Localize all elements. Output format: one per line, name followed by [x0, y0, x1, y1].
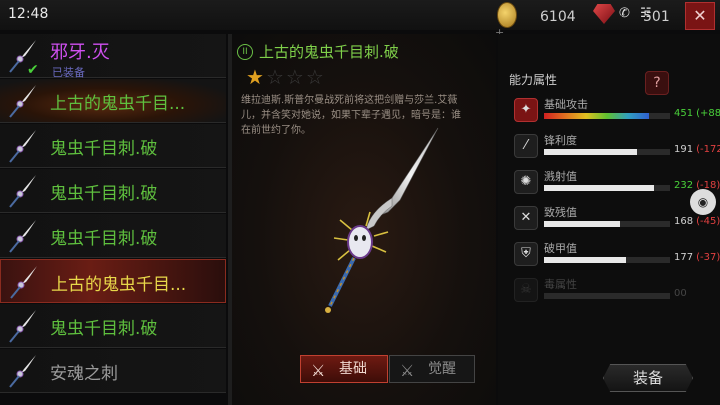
weapon-list-item[interactable]: 上古的鬼虫千目... [0, 259, 226, 303]
attribute-bar [544, 149, 670, 155]
attribute-number: 451 [674, 108, 694, 119]
spear-icon [9, 130, 36, 163]
attribute-name: 破甲值 [544, 242, 577, 255]
star-icon: ☆ [265, 65, 286, 89]
tab-basic-label: 基础 [339, 361, 367, 377]
attribute-bar-fill [544, 149, 637, 155]
attribute-bar [544, 257, 670, 263]
attribute-name: 基础攻击 [544, 98, 588, 111]
weapon-name: 鬼虫千目刺.破 [50, 319, 158, 339]
weapon-list-item[interactable]: 鬼虫千目刺.破 [0, 169, 226, 213]
gem-balance: 501 [643, 9, 670, 25]
coin-icon[interactable] [497, 2, 517, 28]
weapon-illustration [325, 127, 439, 313]
star-icon: ☆ [305, 65, 326, 89]
attribute-delta: (-37) [696, 252, 720, 263]
weapon-list-item[interactable]: 上古的鬼虫千目... [0, 79, 226, 123]
attribute-bar-fill [544, 221, 620, 227]
sword-icon: ✦ [514, 98, 538, 122]
weapon-list-item[interactable]: 鬼虫千目刺.破 [0, 304, 226, 348]
attribute-value: 177 (-37) [674, 252, 720, 263]
attribute-bar [544, 293, 670, 299]
attribute-number: 177 [674, 252, 694, 263]
weapon-name: 鬼虫千目刺.破 [50, 184, 158, 204]
star-icon: ☆ [285, 65, 306, 89]
attribute-name: 致残值 [544, 206, 577, 219]
spear-icon [9, 310, 36, 343]
attribute-value: 451(+88) [674, 108, 720, 119]
equip-button[interactable]: 装备 [603, 364, 693, 392]
attribute-delta: (-172) [696, 144, 720, 155]
weapon-name: 上古的鬼虫千目... [50, 94, 186, 114]
attribute-bar-fill [544, 113, 649, 119]
attribute-number: 232 [674, 180, 694, 191]
weapon-list-item[interactable]: 鬼虫千目刺.破 [0, 214, 226, 258]
camera-icon[interactable]: ◉ [690, 189, 716, 215]
star-rating: ★☆☆☆ [246, 65, 326, 89]
attribute-row: ✕ 致残值 168 (-45) [510, 206, 720, 242]
attribute-bar-fill [544, 257, 626, 263]
equipped-tag: 已装备 [52, 66, 85, 79]
weapon-name: 上古的鬼虫千目... [51, 275, 187, 295]
attribute-delta: (-45) [696, 216, 720, 227]
attributes-title: 能力属性 [509, 73, 558, 87]
sword-icon: ⚔ [311, 361, 326, 380]
star-icon: ★ [246, 65, 266, 89]
spear-icon [9, 85, 36, 118]
weapon-name: 鬼虫千目刺.破 [50, 139, 158, 159]
attribute-row: ✦ 基础攻击 451(+88) [510, 98, 720, 134]
attribute-bar [544, 185, 670, 191]
weapon-title: 上古的鬼虫千目刺.破 [259, 43, 399, 61]
weapon-list: 邪牙.灭 ✔ 已装备 上古的鬼虫千目... 鬼虫千目刺.破 鬼虫千目刺.破 鬼虫千目刺.破上… [0, 34, 226, 405]
help-icon[interactable]: ? [645, 71, 669, 95]
attribute-name: 锋利度 [544, 134, 577, 147]
weapon-list-item[interactable]: 鬼虫千目刺.破 [0, 124, 226, 168]
coin-balance: 6104 [540, 9, 576, 25]
attribute-number: 00 [674, 288, 687, 299]
crossed-swords-icon: ⚔ [400, 361, 415, 380]
spear-icon [9, 220, 36, 253]
attribute-bar-fill [544, 185, 654, 191]
weapon-list-item[interactable]: 安魂之刺 [0, 349, 226, 393]
tab-awaken-label: 觉醒 [428, 361, 456, 377]
attribute-bar [544, 221, 670, 227]
attribute-row: ☠ 毒属性 00 [510, 278, 690, 314]
attribute-name: 毒属性 [544, 278, 577, 291]
attribute-value: 00 [674, 288, 687, 299]
attribute-bar [544, 113, 670, 119]
attribute-number: 191 [674, 144, 694, 155]
slash-icon: ⁄ [514, 134, 538, 158]
cripple-icon: ✕ [514, 206, 538, 230]
rarity-badge-icon: II [237, 44, 253, 60]
weapon-list-item[interactable]: 邪牙.灭 ✔ 已装备 [0, 34, 226, 79]
weapon-name: 邪牙.灭 [50, 42, 110, 63]
attribute-row: ⁄ 锋利度 191(-172) [510, 134, 720, 170]
skull-icon: ☠ [514, 278, 538, 302]
weapon-name: 鬼虫千目刺.破 [50, 229, 158, 249]
panel-divider [228, 34, 232, 405]
shield-icon: ⛨ [514, 242, 538, 266]
attribute-row: ✺ 溅射值 232 (-18) [510, 170, 720, 206]
spear-icon [10, 266, 37, 299]
attribute-row: ⛨ 破甲值 177 (-37) [510, 242, 720, 278]
weapon-name: 安魂之刺 [50, 364, 118, 384]
attribute-delta: (+88) [696, 108, 720, 119]
status-time: 12:48 [8, 6, 49, 22]
attribute-value: 168 (-45) [674, 216, 720, 227]
checkmark-icon: ✔ [27, 62, 39, 78]
attribute-value: 191(-172) [674, 144, 720, 155]
spear-icon [9, 175, 36, 208]
close-button[interactable]: ✕ [685, 2, 715, 30]
splash-icon: ✺ [514, 170, 538, 194]
attribute-number: 168 [674, 216, 694, 227]
attribute-name: 溅射值 [544, 170, 577, 183]
spear-icon [9, 355, 36, 388]
tab-awaken[interactable]: ⚔ 觉醒 [389, 355, 475, 383]
tab-basic[interactable]: ⚔ 基础 [300, 355, 388, 383]
